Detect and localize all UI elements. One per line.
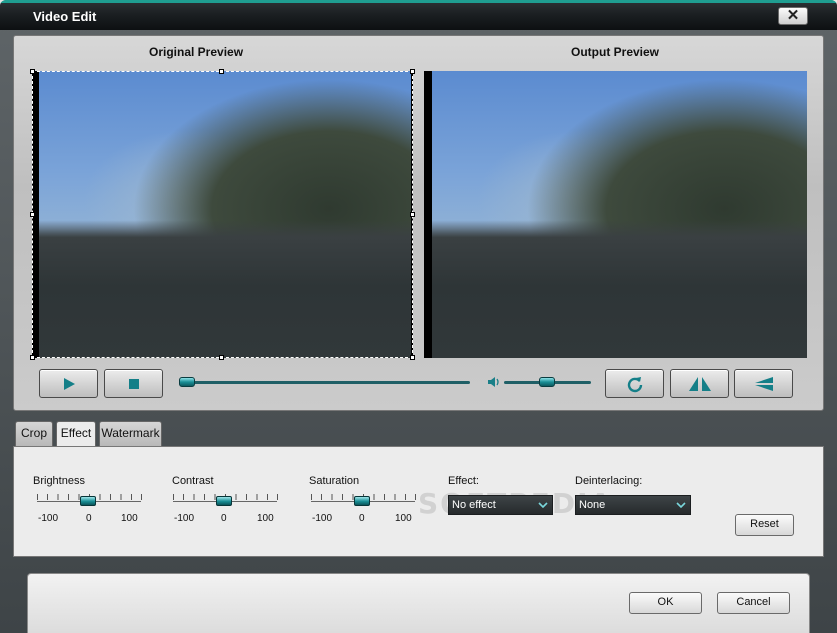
brightness-mid: 0 bbox=[86, 513, 92, 524]
saturation-min: -100 bbox=[312, 513, 333, 524]
flip-horizontal-icon bbox=[688, 376, 711, 391]
close-button[interactable]: ✕ bbox=[778, 7, 808, 25]
flip-horizontal-button[interactable] bbox=[670, 369, 729, 398]
output-preview-title: Output Preview bbox=[571, 45, 660, 59]
brightness-max: 100 bbox=[121, 513, 138, 524]
cancel-button[interactable]: Cancel bbox=[717, 592, 790, 614]
rotate-button[interactable] bbox=[605, 369, 664, 398]
flip-vertical-button[interactable] bbox=[734, 369, 793, 398]
stop-icon bbox=[128, 378, 139, 389]
saturation-max: 100 bbox=[395, 513, 412, 524]
seek-thumb[interactable] bbox=[179, 377, 195, 387]
saturation-slider-thumb[interactable] bbox=[354, 496, 370, 506]
contrast-mid: 0 bbox=[221, 513, 227, 524]
video-edit-window: Video Edit ✕ Original Preview Output Pre… bbox=[0, 0, 837, 633]
contrast-label: Contrast bbox=[172, 475, 214, 487]
output-video bbox=[424, 71, 807, 358]
brightness-slider-thumb[interactable] bbox=[80, 496, 96, 506]
reset-button[interactable]: Reset bbox=[735, 514, 794, 536]
saturation-mid: 0 bbox=[359, 513, 365, 524]
crop-handle[interactable] bbox=[410, 355, 415, 360]
effect-select-value: No effect bbox=[452, 499, 496, 511]
contrast-slider-thumb[interactable] bbox=[216, 496, 232, 506]
crop-handle[interactable] bbox=[30, 69, 35, 74]
crop-selection[interactable] bbox=[30, 69, 415, 360]
tab-effect[interactable]: Effect bbox=[56, 421, 96, 447]
ok-button[interactable]: OK bbox=[629, 592, 702, 614]
seek-track[interactable] bbox=[180, 381, 470, 384]
deinterlacing-select-value: None bbox=[579, 499, 606, 511]
tab-crop[interactable]: Crop bbox=[15, 421, 53, 446]
rotate-icon bbox=[627, 376, 642, 392]
original-preview-title: Original Preview bbox=[149, 45, 244, 59]
brightness-label: Brightness bbox=[33, 475, 85, 487]
crop-handle[interactable] bbox=[219, 355, 224, 360]
chevron-down-icon bbox=[672, 496, 690, 514]
saturation-label: Saturation bbox=[309, 475, 360, 487]
contrast-min: -100 bbox=[174, 513, 195, 524]
flip-vertical-icon bbox=[754, 376, 773, 391]
brightness-min: -100 bbox=[38, 513, 59, 524]
window-title: Video Edit bbox=[33, 9, 97, 24]
speaker-icon[interactable] bbox=[487, 375, 501, 389]
crop-handle[interactable] bbox=[219, 69, 224, 74]
contrast-max: 100 bbox=[257, 513, 274, 524]
title-bar[interactable]: Video Edit ✕ bbox=[0, 0, 837, 30]
crop-handle[interactable] bbox=[30, 212, 35, 217]
play-icon bbox=[63, 377, 75, 390]
play-button[interactable] bbox=[39, 369, 98, 398]
effect-label: Effect: bbox=[448, 475, 479, 487]
effect-select[interactable]: No effect bbox=[448, 495, 553, 515]
stop-button[interactable] bbox=[104, 369, 163, 398]
crop-handle[interactable] bbox=[30, 355, 35, 360]
volume-thumb[interactable] bbox=[539, 377, 555, 387]
tab-watermark[interactable]: Watermark bbox=[99, 421, 162, 446]
close-icon: ✕ bbox=[786, 7, 800, 24]
crop-handle[interactable] bbox=[410, 69, 415, 74]
crop-handle[interactable] bbox=[410, 212, 415, 217]
deinterlacing-label: Deinterlacing: bbox=[575, 475, 643, 487]
chevron-down-icon bbox=[534, 496, 552, 514]
deinterlacing-select[interactable]: None bbox=[575, 495, 691, 515]
